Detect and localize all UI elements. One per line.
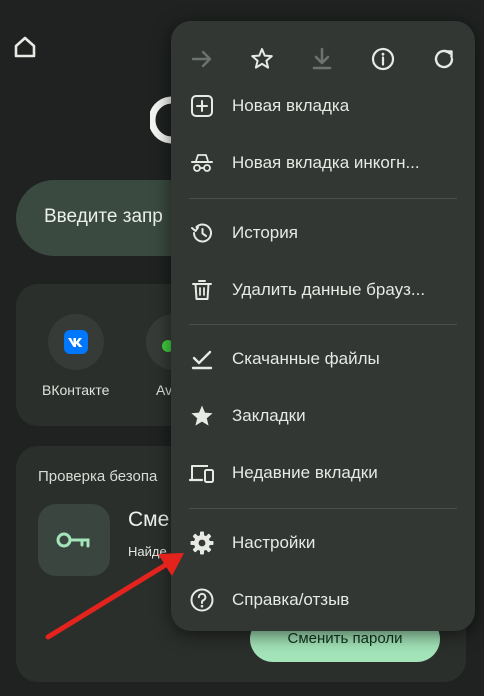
devices-icon xyxy=(189,465,214,483)
menu-divider xyxy=(189,324,457,325)
menu-item-label: Справка/отзыв xyxy=(232,590,350,609)
menu-item-label: Настройки xyxy=(232,533,316,552)
menu-item-clear-data[interactable]: Удалить данные брауз... xyxy=(171,262,475,318)
menu-item-label: Скачанные файлы xyxy=(232,349,380,368)
shortcut-label: ВКонтакте xyxy=(42,382,110,398)
menu-item-incognito[interactable]: Новая вкладка инкогн... xyxy=(171,135,475,191)
forward-icon[interactable] xyxy=(182,39,222,79)
menu-item-label: Удалить данные брауз... xyxy=(232,280,426,299)
bookmark-star-icon[interactable] xyxy=(242,39,282,79)
annotation-arrow xyxy=(45,553,184,640)
menu-item-label: Недавние вкладки xyxy=(232,463,378,482)
star-icon xyxy=(191,405,213,426)
shortcut-label: Av xyxy=(156,382,173,398)
incognito-icon xyxy=(191,154,213,172)
menu-item-label: Новая вкладка инкогн... xyxy=(232,153,420,172)
search-placeholder: Введите запр xyxy=(44,206,163,227)
downloads-check-icon xyxy=(191,350,213,370)
home-icon[interactable] xyxy=(8,30,42,64)
menu-divider xyxy=(189,508,457,509)
history-icon xyxy=(191,223,212,243)
trash-icon xyxy=(192,280,212,300)
safety-heading: Сме xyxy=(128,508,170,531)
menu-item-label: Закладки xyxy=(232,406,306,425)
safety-check-title: Проверка безопа xyxy=(38,468,158,485)
shortcut-vk[interactable] xyxy=(48,314,104,370)
menu-item-label: История xyxy=(232,223,298,242)
vk-icon xyxy=(64,330,88,354)
menu-item-history[interactable]: История xyxy=(171,205,475,261)
menu-item-recent-tabs[interactable]: Недавние вкладки xyxy=(171,445,475,501)
menu-item-new-tab[interactable]: Новая вкладка xyxy=(171,78,475,134)
new-tab-icon xyxy=(191,95,213,117)
menu-divider xyxy=(189,198,457,199)
menu-item-downloads[interactable]: Скачанные файлы xyxy=(171,331,475,387)
menu-item-bookmarks[interactable]: Закладки xyxy=(171,388,475,444)
page-info-icon[interactable] xyxy=(363,39,403,79)
overflow-menu: Новая вкладка Новая вкладка инкогн... Ис… xyxy=(171,21,475,631)
reload-icon[interactable] xyxy=(424,39,464,79)
menu-item-help[interactable]: Справка/отзыв xyxy=(171,572,475,628)
download-icon[interactable] xyxy=(302,39,342,79)
menu-item-settings[interactable]: Настройки xyxy=(171,515,475,571)
menu-item-label: Новая вкладка xyxy=(232,96,350,115)
